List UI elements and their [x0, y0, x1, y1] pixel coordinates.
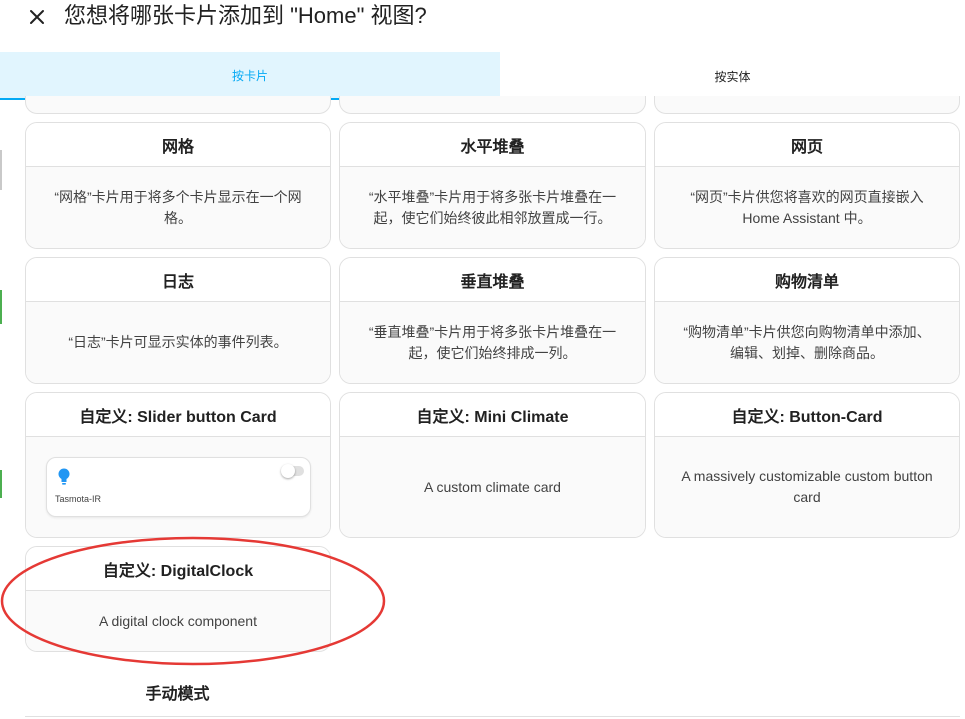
- card-picker-dialog: 您想将哪张卡片添加到 "Home" 视图? 按卡片 按实体 网格 “网格”卡片用…: [0, 0, 965, 719]
- card-title: 日志: [26, 258, 330, 302]
- edge-artifact: [0, 470, 2, 498]
- toggle-switch[interactable]: [281, 464, 304, 478]
- card-mini-climate[interactable]: 自定义: Mini Climate A custom climate card: [339, 392, 646, 538]
- card-title: 网格: [26, 123, 330, 167]
- dialog-title: 您想将哪张卡片添加到 "Home" 视图?: [64, 3, 427, 28]
- card-logbook[interactable]: 日志 “日志”卡片可显示实体的事件列表。: [25, 257, 331, 384]
- card-title: 自定义: Slider button Card: [26, 393, 330, 437]
- card-grid[interactable]: 网格 “网格”卡片用于将多个卡片显示在一个网格。: [25, 122, 331, 249]
- tab-by-card[interactable]: 按卡片: [0, 52, 500, 100]
- partial-card[interactable]: [25, 96, 331, 114]
- preview-entity-name: Tasmota-IR: [55, 494, 102, 504]
- card-vertical-stack[interactable]: 垂直堆叠 “垂直堆叠”卡片用于将多张卡片堆叠在一起，使它们始终排成一列。: [339, 257, 646, 384]
- partial-card[interactable]: [339, 96, 646, 114]
- tab-bar: 按卡片 按实体: [0, 52, 965, 100]
- card-title: 垂直堆叠: [340, 258, 645, 302]
- card-title: 自定义: Button-Card: [655, 393, 959, 437]
- lightbulb-icon: [58, 468, 70, 485]
- card-description: “购物清单”卡片供您向购物清单中添加、编辑、划掉、删除商品。: [655, 302, 959, 383]
- partial-card[interactable]: [654, 96, 960, 114]
- card-shopping-list[interactable]: 购物清单 “购物清单”卡片供您向购物清单中添加、编辑、划掉、删除商品。: [654, 257, 960, 384]
- edge-artifact: [0, 290, 2, 324]
- slider-button-preview: Tasmota-IR: [46, 457, 311, 517]
- card-description: A massively customizable custom button c…: [655, 437, 959, 537]
- card-button-card[interactable]: 自定义: Button-Card A massively customizabl…: [654, 392, 960, 538]
- close-icon: [30, 10, 44, 24]
- card-title: 水平堆叠: [340, 123, 645, 167]
- edge-artifact: [0, 150, 2, 190]
- card-title: 购物清单: [655, 258, 959, 302]
- card-preview-area: Tasmota-IR: [26, 437, 330, 537]
- card-horizontal-stack[interactable]: 水平堆叠 “水平堆叠”卡片用于将多张卡片堆叠在一起，使它们始终彼此相邻放置成一行…: [339, 122, 646, 249]
- card-description: “网格”卡片用于将多个卡片显示在一个网格。: [26, 167, 330, 248]
- card-description: “网页”卡片供您将喜欢的网页直接嵌入 Home Assistant 中。: [655, 167, 959, 248]
- manual-mode-heading: 手动模式: [145, 686, 210, 703]
- toggle-knob: [281, 464, 295, 478]
- tab-by-entity[interactable]: 按实体: [500, 52, 965, 100]
- card-webpage[interactable]: 网页 “网页”卡片供您将喜欢的网页直接嵌入 Home Assistant 中。: [654, 122, 960, 249]
- card-slider-button[interactable]: 自定义: Slider button Card Tasmota-IR: [25, 392, 331, 538]
- card-description: “日志”卡片可显示实体的事件列表。: [26, 302, 330, 383]
- card-description: A custom climate card: [340, 437, 645, 537]
- close-button[interactable]: [24, 4, 50, 30]
- divider: [25, 716, 960, 717]
- card-title: 自定义: Mini Climate: [340, 393, 645, 437]
- red-ellipse-annotation: [0, 536, 386, 666]
- card-description: “水平堆叠”卡片用于将多张卡片堆叠在一起，使它们始终彼此相邻放置成一行。: [340, 167, 645, 248]
- card-description: “垂直堆叠”卡片用于将多张卡片堆叠在一起，使它们始终排成一列。: [340, 302, 645, 383]
- card-title: 网页: [655, 123, 959, 167]
- dialog-header: 您想将哪张卡片添加到 "Home" 视图?: [0, 0, 965, 52]
